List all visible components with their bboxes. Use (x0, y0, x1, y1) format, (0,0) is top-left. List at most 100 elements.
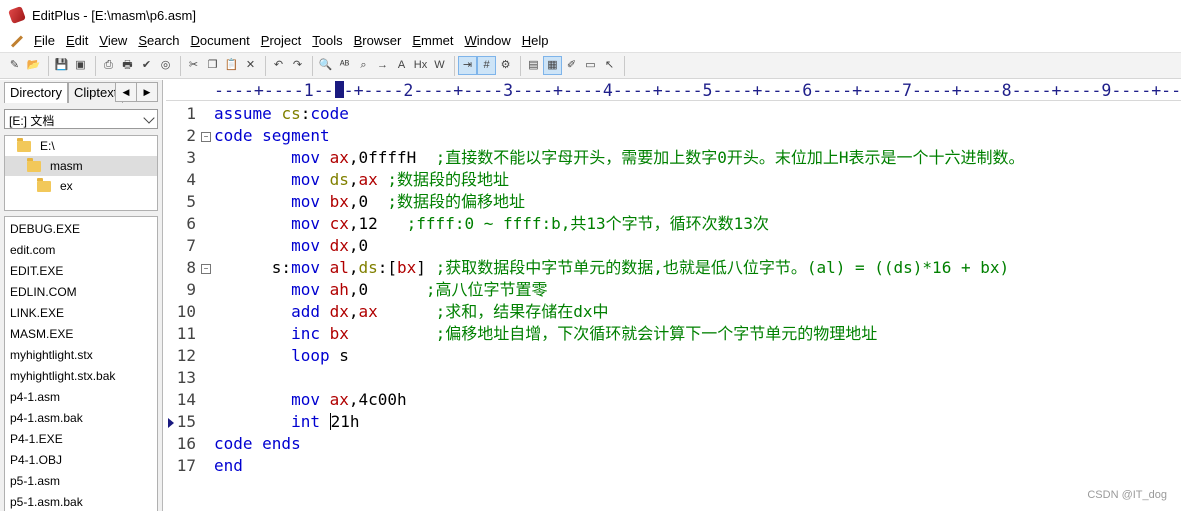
menu-view[interactable]: View (95, 33, 134, 48)
undo-icon[interactable]: ↶ (270, 57, 287, 74)
open-icon[interactable]: 📂 (25, 57, 42, 74)
font-icon[interactable]: A (393, 57, 410, 74)
menu-edit[interactable]: Edit (62, 33, 95, 48)
chevron-down-icon (143, 112, 155, 124)
code-line[interactable]: loop s (214, 345, 349, 367)
save-icon[interactable]: 💾 (53, 57, 70, 74)
indent-icon[interactable]: ⇥ (458, 56, 477, 75)
tree-item[interactable]: ex (5, 176, 157, 196)
new-file-icon[interactable]: ✎ (6, 57, 23, 74)
redo-icon[interactable]: ↷ (289, 57, 306, 74)
goto-icon[interactable]: → (374, 57, 391, 74)
line-number: 14 (176, 390, 196, 409)
drive-select[interactable]: [E:] 文档 (4, 109, 158, 129)
code-editor[interactable]: assume cs:code code segment mov ax,0ffffH… (214, 102, 1181, 511)
file-list-item[interactable]: DEBUG.EXE (5, 219, 157, 240)
code-line[interactable]: mov dx,0 (214, 235, 368, 257)
tab-scroll-left-icon[interactable]: ◀ (115, 82, 137, 102)
code-line[interactable]: mov ax,4c00h (214, 389, 407, 411)
code-line[interactable]: end (214, 455, 243, 477)
file-list-item[interactable]: p5-1.asm.bak (5, 492, 157, 513)
fold-toggle-icon[interactable]: − (201, 132, 211, 142)
cliptext-icon[interactable]: ✐ (563, 57, 580, 74)
line-number: 12 (176, 346, 196, 365)
help-pointer-icon[interactable]: ↖ (601, 57, 618, 74)
print-preview-icon[interactable]: ⎙ (100, 57, 117, 74)
menu-help[interactable]: Help (518, 33, 556, 48)
file-list-item[interactable]: myhightlight.stx.bak (5, 366, 157, 387)
menu-project[interactable]: Project (257, 33, 308, 48)
panel-icon[interactable]: ▤ (525, 57, 542, 74)
browser-icon[interactable]: ◎ (157, 57, 174, 74)
code-token: code (310, 104, 349, 123)
cut-icon[interactable]: ✂ (185, 57, 202, 74)
code-line[interactable]: code segment (214, 125, 330, 147)
menu-document[interactable]: Document (187, 33, 257, 48)
line-number: 9 (186, 280, 196, 299)
menu-tools[interactable]: Tools (308, 33, 349, 48)
file-list-item[interactable]: p4-1.asm (5, 387, 157, 408)
file-list-item[interactable]: EDIT.EXE (5, 261, 157, 282)
code-line[interactable]: mov ax,0ffffH ;直接数不能以字母开头，需要加上数字0开头。末位加上… (214, 147, 1024, 169)
tree-item[interactable]: E:\ (5, 136, 157, 156)
print-icon[interactable]: 🖶 (119, 57, 136, 74)
code-line[interactable]: assume cs:code (214, 103, 349, 125)
file-list-item[interactable]: EDLIN.COM (5, 282, 157, 303)
menu-window[interactable]: Window (460, 33, 517, 48)
copy-icon[interactable]: ❐ (204, 57, 221, 74)
code-line[interactable]: mov ah,0 ;高八位字节置零 (214, 279, 548, 301)
tree-item[interactable]: masm (5, 156, 157, 176)
paste-icon[interactable]: 📋 (223, 57, 240, 74)
code-line[interactable]: mov cx,12 ;ffff:0 ~ ffff:b,共13个字节，循环次数13… (214, 213, 769, 235)
find-in-files-icon[interactable]: ⌕ (355, 57, 372, 74)
code-token: 21h (330, 412, 360, 431)
settings-icon[interactable]: ⚙ (497, 57, 514, 74)
code-line[interactable]: mov ds,ax ;数据段的段地址 (214, 169, 509, 191)
file-list-item[interactable]: MASM.EXE (5, 324, 157, 345)
file-list-item[interactable]: P4-1.OBJ (5, 450, 157, 471)
code-token: assume (214, 104, 282, 123)
code-line[interactable]: mov bx,0 ;数据段的偏移地址 (214, 191, 525, 213)
code-token: ds (358, 258, 378, 277)
code-token: , (348, 258, 359, 277)
file-list-item[interactable]: P4-1.EXE (5, 429, 157, 450)
spell-check-icon[interactable]: ✔ (138, 57, 155, 74)
menu-file[interactable]: File (30, 33, 62, 48)
output-icon[interactable]: ▭ (582, 57, 599, 74)
code-token: mov (214, 170, 330, 189)
line-number-gutter: 1 2−3 4 5 6 7 8−9 10 11 12 13 14 15 16 17 (166, 102, 212, 511)
code-token: ,0 (348, 192, 388, 211)
tab-directory[interactable]: Directory (4, 82, 69, 103)
line-numbers-icon[interactable]: # (477, 56, 496, 75)
code-line[interactable]: int 21h (214, 411, 360, 433)
save-all-icon[interactable]: ▣ (72, 57, 89, 74)
code-line[interactable]: add dx,ax ;求和，结果存储在dx中 (214, 301, 608, 323)
code-token: ax (358, 170, 378, 189)
directory-icon[interactable]: ▦ (543, 56, 562, 75)
code-token: ;求和，结果存储在dx中 (435, 302, 609, 321)
replace-icon[interactable]: ᴬᴮ (336, 57, 353, 74)
code-token: ;获取数据段中字节单元的数据,也就是低八位字节。(al) = ((ds)*16 … (435, 258, 1010, 277)
code-line[interactable]: s:mov al,ds:[bx] ;获取数据段中字节单元的数据,也就是低八位字节… (214, 257, 1009, 279)
file-list-item[interactable]: myhightlight.stx (5, 345, 157, 366)
delete-icon[interactable]: ✕ (242, 57, 259, 74)
menu-emmet[interactable]: Emmet (408, 33, 460, 48)
menu-search[interactable]: Search (134, 33, 186, 48)
find-icon[interactable]: 🔍 (317, 57, 334, 74)
file-list-item[interactable]: p5-1.asm (5, 471, 157, 492)
code-token: ;ffff:0 ~ ffff:b,共13个字节，循环次数13次 (406, 214, 769, 233)
tab-scroll-right-icon[interactable]: ▶ (136, 82, 158, 102)
toolbar-separator (312, 55, 313, 76)
code-line[interactable]: code ends (214, 433, 301, 455)
menu-browser[interactable]: Browser (350, 33, 409, 48)
code-line[interactable]: inc bx ;偏移地址自增，下次循环就会计算下一个字节单元的物理地址 (214, 323, 877, 345)
fold-toggle-icon[interactable]: − (201, 264, 211, 274)
code-token: mov (291, 258, 330, 277)
word-wrap-icon[interactable]: W (431, 57, 448, 74)
file-list-item[interactable]: edit.com (5, 240, 157, 261)
file-list-item[interactable]: LINK.EXE (5, 303, 157, 324)
hex-icon[interactable]: Hx (412, 57, 429, 74)
folder-icon (37, 177, 51, 192)
file-list-item[interactable]: p4-1.asm.bak (5, 408, 157, 429)
